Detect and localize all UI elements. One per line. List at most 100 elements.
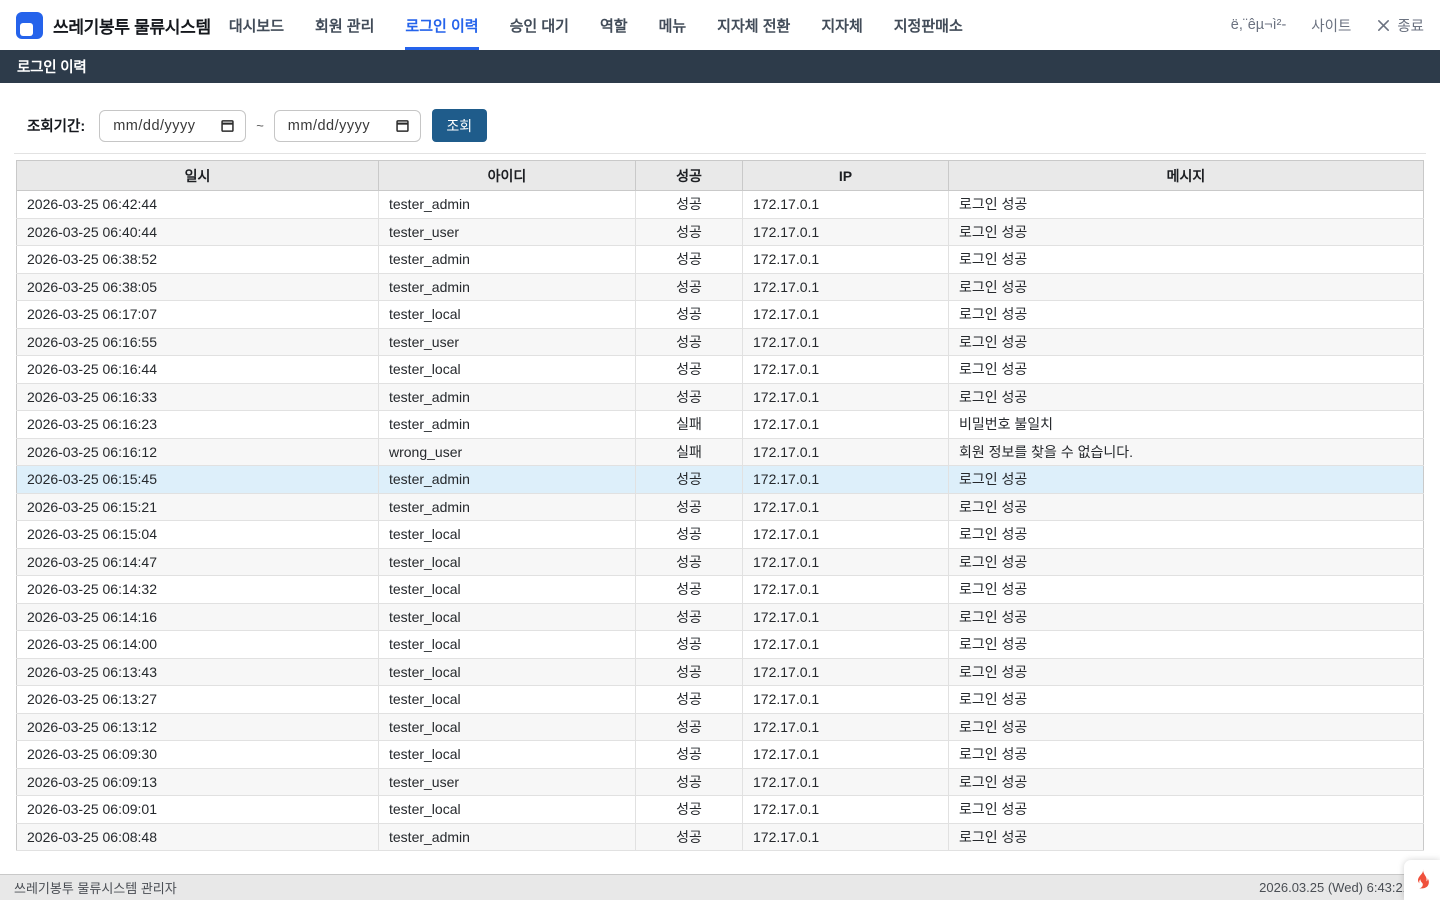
table-row[interactable]: 2026-03-25 06:09:01tester_local성공172.17.… bbox=[17, 796, 1424, 824]
page-title: 로그인 이력 bbox=[17, 56, 87, 77]
topnav-utilities: ë,¨êµ¬ì²- 사이트 종료 bbox=[1231, 0, 1424, 50]
table-cell: 172.17.0.1 bbox=[743, 301, 949, 329]
table-cell: 172.17.0.1 bbox=[743, 631, 949, 659]
table-cell: 2026-03-25 06:14:47 bbox=[17, 548, 379, 576]
table-row[interactable]: 2026-03-25 06:16:55tester_user성공172.17.0… bbox=[17, 328, 1424, 356]
logout-button[interactable]: 종료 bbox=[1376, 15, 1424, 36]
table-cell: tester_local bbox=[379, 796, 636, 824]
table-cell: 성공 bbox=[636, 466, 743, 494]
table-row[interactable]: 2026-03-25 06:09:30tester_local성공172.17.… bbox=[17, 741, 1424, 769]
table-row[interactable]: 2026-03-25 06:42:44tester_admin성공172.17.… bbox=[17, 191, 1424, 219]
table-row[interactable]: 2026-03-25 06:14:00tester_local성공172.17.… bbox=[17, 631, 1424, 659]
table-cell: wrong_user bbox=[379, 438, 636, 466]
table-cell: 성공 bbox=[636, 191, 743, 219]
table-row[interactable]: 2026-03-25 06:15:04tester_local성공172.17.… bbox=[17, 521, 1424, 549]
table-cell: 172.17.0.1 bbox=[743, 411, 949, 439]
table-cell: 로그인 성공 bbox=[949, 493, 1424, 521]
table-row[interactable]: 2026-03-25 06:13:27tester_local성공172.17.… bbox=[17, 686, 1424, 714]
table-row[interactable]: 2026-03-25 06:17:07tester_local성공172.17.… bbox=[17, 301, 1424, 329]
table-cell: 172.17.0.1 bbox=[743, 686, 949, 714]
table-cell: 2026-03-25 06:14:32 bbox=[17, 576, 379, 604]
table-cell: 비밀번호 불일치 bbox=[949, 411, 1424, 439]
nav-item-municipality[interactable]: 지자체 bbox=[821, 0, 862, 50]
table-cell: 성공 bbox=[636, 713, 743, 741]
nav-item-login-history[interactable]: 로그인 이력 bbox=[405, 0, 478, 50]
table-cell: 172.17.0.1 bbox=[743, 741, 949, 769]
nav-item-roles[interactable]: 역할 bbox=[600, 0, 628, 50]
table-cell: tester_admin bbox=[379, 383, 636, 411]
table-cell: 성공 bbox=[636, 548, 743, 576]
table-cell: 로그인 성공 bbox=[949, 548, 1424, 576]
table-cell: 성공 bbox=[636, 356, 743, 384]
login-history-table: 일시 아이디 성공 IP 메시지 2026-03-25 06:42:44test… bbox=[16, 160, 1424, 851]
table-cell: 성공 bbox=[636, 796, 743, 824]
table-row[interactable]: 2026-03-25 06:16:23tester_admin실패172.17.… bbox=[17, 411, 1424, 439]
codeigniter-flame-badge[interactable] bbox=[1404, 860, 1440, 900]
flame-icon bbox=[1413, 868, 1432, 892]
table-cell: 실패 bbox=[636, 411, 743, 439]
table-cell: 로그인 성공 bbox=[949, 218, 1424, 246]
table-row[interactable]: 2026-03-25 06:40:44tester_user성공172.17.0… bbox=[17, 218, 1424, 246]
table-cell: 172.17.0.1 bbox=[743, 713, 949, 741]
table-cell: 2026-03-25 06:16:55 bbox=[17, 328, 379, 356]
nav-item-menus[interactable]: 메뉴 bbox=[659, 0, 687, 50]
table-row[interactable]: 2026-03-25 06:38:52tester_admin성공172.17.… bbox=[17, 246, 1424, 274]
table-cell: 2026-03-25 06:17:07 bbox=[17, 301, 379, 329]
site-link[interactable]: 사이트 bbox=[1311, 15, 1351, 36]
date-from-placeholder: mm/dd/yyyy bbox=[113, 118, 195, 134]
table-row[interactable]: 2026-03-25 06:13:43tester_local성공172.17.… bbox=[17, 658, 1424, 686]
table-cell: 성공 bbox=[636, 576, 743, 604]
column-header-message: 메시지 bbox=[949, 161, 1424, 191]
main-menu: 대시보드 회원 관리 로그인 이력 승인 대기 역할 메뉴 지자체 전환 지자체… bbox=[229, 0, 963, 50]
table-cell: tester_local bbox=[379, 521, 636, 549]
table-row[interactable]: 2026-03-25 06:15:21tester_admin성공172.17.… bbox=[17, 493, 1424, 521]
table-row[interactable]: 2026-03-25 06:16:44tester_local성공172.17.… bbox=[17, 356, 1424, 384]
nav-item-dashboard[interactable]: 대시보드 bbox=[229, 0, 284, 50]
table-header-row: 일시 아이디 성공 IP 메시지 bbox=[17, 161, 1424, 191]
table-cell: 2026-03-25 06:15:21 bbox=[17, 493, 379, 521]
table-cell: 성공 bbox=[636, 603, 743, 631]
table-row[interactable]: 2026-03-25 06:14:16tester_local성공172.17.… bbox=[17, 603, 1424, 631]
table-row[interactable]: 2026-03-25 06:14:32tester_local성공172.17.… bbox=[17, 576, 1424, 604]
calendar-icon[interactable] bbox=[220, 118, 235, 133]
table-row[interactable]: 2026-03-25 06:08:48tester_admin성공172.17.… bbox=[17, 823, 1424, 851]
table-cell: 로그인 성공 bbox=[949, 328, 1424, 356]
table-row[interactable]: 2026-03-25 06:16:33tester_admin성공172.17.… bbox=[17, 383, 1424, 411]
table-row[interactable]: 2026-03-25 06:09:13tester_user성공172.17.0… bbox=[17, 768, 1424, 796]
table-row[interactable]: 2026-03-25 06:38:05tester_admin성공172.17.… bbox=[17, 273, 1424, 301]
date-from-input[interactable]: mm/dd/yyyy bbox=[99, 110, 246, 142]
table-cell: 성공 bbox=[636, 686, 743, 714]
table-row[interactable]: 2026-03-25 06:16:12wrong_user실패172.17.0.… bbox=[17, 438, 1424, 466]
date-range-separator: ~ bbox=[256, 118, 264, 133]
calendar-icon[interactable] bbox=[395, 118, 410, 133]
table-cell: 로그인 성공 bbox=[949, 686, 1424, 714]
nav-item-municipality-switch[interactable]: 지자체 전환 bbox=[717, 0, 790, 50]
table-cell: tester_admin bbox=[379, 191, 636, 219]
brand[interactable]: 쓰레기봉투 물류시스템 bbox=[16, 0, 211, 50]
filter-label: 조회기간: bbox=[27, 115, 85, 136]
table-cell: tester_local bbox=[379, 301, 636, 329]
table-cell: 172.17.0.1 bbox=[743, 328, 949, 356]
status-footer: 쓰레기봉투 물류시스템 관리자 2026.03.25 (Wed) 6:43:21 bbox=[0, 874, 1440, 900]
app-title: 쓰레기봉투 물류시스템 bbox=[53, 13, 211, 38]
table-row[interactable]: 2026-03-25 06:15:45tester_admin성공172.17.… bbox=[17, 466, 1424, 494]
nav-item-approval-pending[interactable]: 승인 대기 bbox=[510, 0, 569, 50]
table-cell: 로그인 성공 bbox=[949, 383, 1424, 411]
table-cell: 로그인 성공 bbox=[949, 356, 1424, 384]
table-cell: 로그인 성공 bbox=[949, 741, 1424, 769]
table-cell: 로그인 성공 bbox=[949, 466, 1424, 494]
table-cell: 로그인 성공 bbox=[949, 273, 1424, 301]
table-cell: 2026-03-25 06:15:45 bbox=[17, 466, 379, 494]
table-cell: 로그인 성공 bbox=[949, 191, 1424, 219]
table-cell: 성공 bbox=[636, 658, 743, 686]
table-cell: 성공 bbox=[636, 631, 743, 659]
date-to-input[interactable]: mm/dd/yyyy bbox=[274, 110, 421, 142]
table-cell: 로그인 성공 bbox=[949, 796, 1424, 824]
footer-admin-label: 쓰레기봉투 물류시스템 관리자 bbox=[14, 878, 177, 897]
search-button[interactable]: 조회 bbox=[432, 109, 487, 142]
table-row[interactable]: 2026-03-25 06:14:47tester_local성공172.17.… bbox=[17, 548, 1424, 576]
table-row[interactable]: 2026-03-25 06:13:12tester_local성공172.17.… bbox=[17, 713, 1424, 741]
table-cell: 172.17.0.1 bbox=[743, 191, 949, 219]
nav-item-designated-stores[interactable]: 지정판매소 bbox=[894, 0, 963, 50]
nav-item-members[interactable]: 회원 관리 bbox=[315, 0, 374, 50]
